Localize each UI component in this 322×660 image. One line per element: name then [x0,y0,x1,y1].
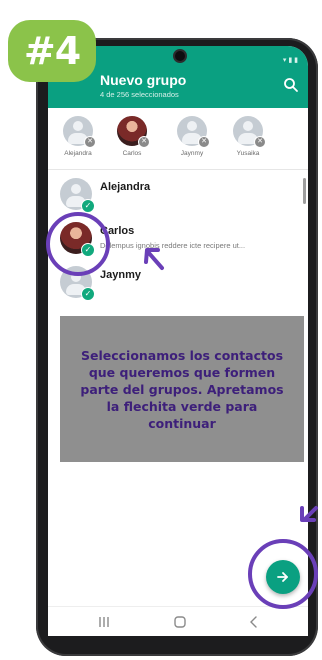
avatar: ✓ [60,222,95,257]
contact-row[interactable]: ✓ Jaynmy [48,260,308,304]
selected-chip-name: Yusaika [236,150,260,157]
step-badge: #4 [8,20,96,82]
contact-name: Jaynmy [100,269,141,281]
front-camera [173,49,187,63]
step-number: #4 [23,29,81,73]
avatar: ✕ [63,116,96,148]
selected-chip[interactable]: ✕ Carlos [106,116,158,166]
search-button[interactable] [282,76,300,94]
recents-button[interactable] [94,613,114,631]
check-icon: ✓ [81,199,95,213]
contact-name: Alejandra [100,181,151,193]
navigation-bar [48,606,308,636]
avatar: ✕ [177,116,210,148]
contact-status: Dolempus ignobis reddere icte recipere u… [100,241,246,250]
avatar: ✕ [117,116,150,148]
contact-row[interactable]: ✓ Alejandra [48,172,308,216]
selected-chip[interactable]: ✕ Alejandra [52,116,104,166]
selected-chip-name: Jaynmy [180,150,204,157]
check-icon: ✓ [81,287,95,301]
contact-name: Carlos [100,225,135,237]
avatar: ✓ [60,266,95,301]
recents-icon [99,617,109,627]
remove-icon[interactable]: ✕ [138,136,150,148]
home-icon [174,616,186,628]
selected-chip[interactable]: ✕ Jaynmy [166,116,218,166]
page-title: Nuevo grupo [100,72,187,88]
home-button[interactable] [170,613,190,631]
selected-chip-name: Alejandra [64,150,92,157]
remove-icon[interactable]: ✕ [84,136,96,148]
instruction-caption: Seleccionamos los contactos que queremos… [60,316,304,462]
contact-row[interactable]: ✓ Carlos Dolempus ignobis reddere icte r… [48,216,308,260]
remove-icon[interactable]: ✕ [254,136,266,148]
remove-icon[interactable]: ✕ [198,136,210,148]
arrow-right-icon [277,572,288,582]
selected-chip[interactable]: ✕ Yusaika [222,116,274,166]
check-icon: ✓ [81,243,95,257]
back-icon [250,616,257,628]
back-button[interactable] [244,613,264,631]
status-bar-icons: ▾ ▮ ▮ [282,57,298,64]
avatar: ✕ [233,116,266,148]
selected-chip-name: Carlos [122,150,142,157]
selected-contacts-strip: ✕ Alejandra ✕ Carlos ✕ Jaynmy ✕ Yusaika [48,108,308,170]
avatar: ✓ [60,178,95,213]
next-button[interactable] [266,560,300,594]
instruction-text: Seleccionamos los contactos que queremos… [80,347,284,431]
selection-count: 4 de 256 seleccionados [100,90,179,99]
search-icon [284,78,298,92]
